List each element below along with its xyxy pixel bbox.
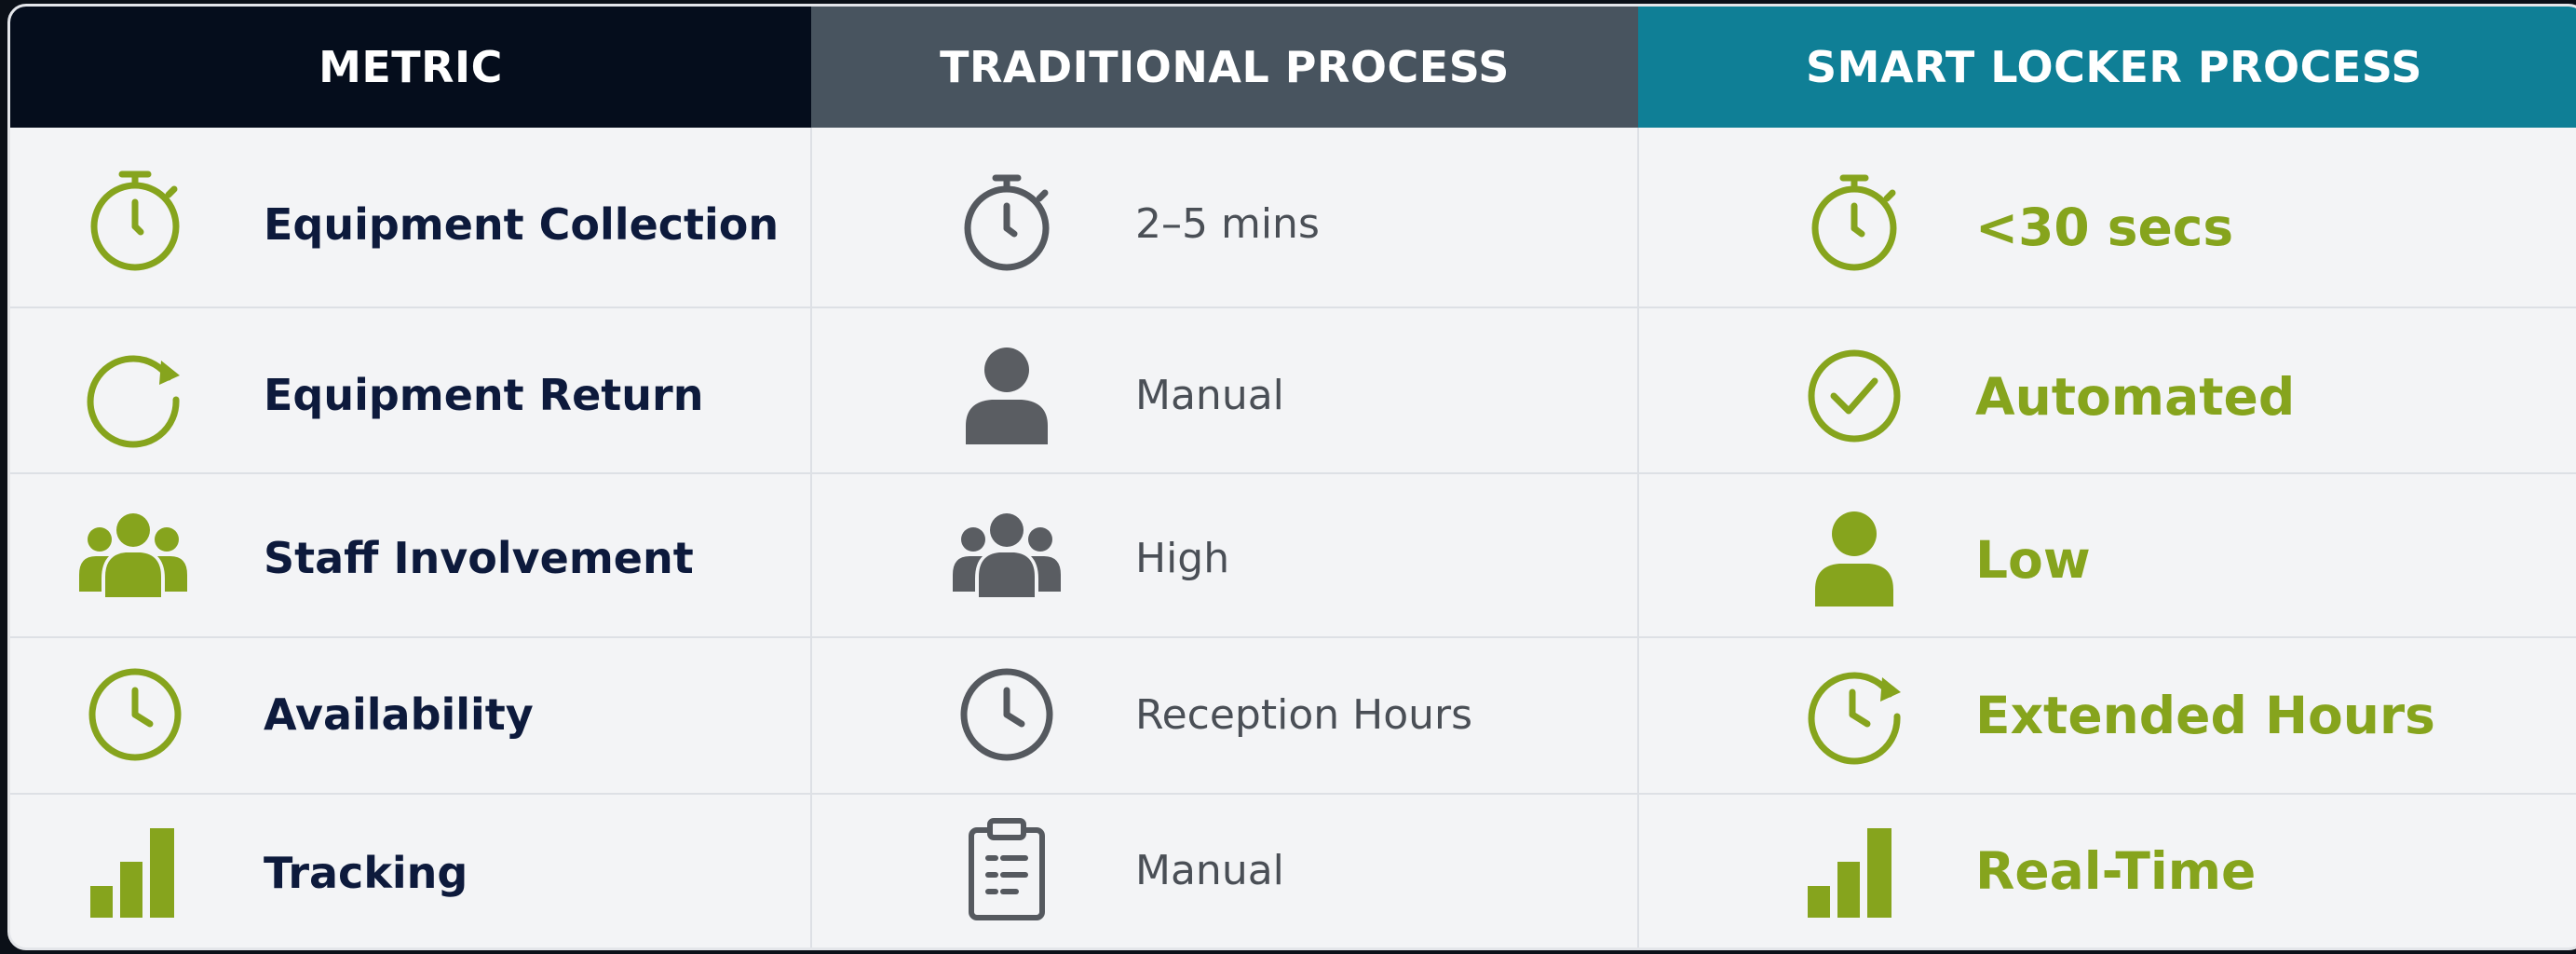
check-circle-icon: [1798, 340, 1910, 452]
bar-chart-icon: [1800, 813, 1912, 925]
smart-locker-value: <30 secs: [1975, 198, 2234, 257]
metric-label: Staff Involvement: [264, 533, 694, 583]
row-divider: [10, 307, 2576, 308]
traditional-value: 2–5 mins: [1135, 200, 1320, 248]
metric-label: Equipment Collection: [264, 199, 780, 250]
smart-locker-value: Extended Hours: [1975, 686, 2435, 745]
traditional-value: Manual: [1135, 372, 1284, 419]
person-icon: [1798, 502, 1910, 614]
row-divider: [10, 636, 2576, 638]
row-divider: [10, 793, 2576, 795]
group-icon: [951, 500, 1063, 612]
metric-label: Availability: [264, 689, 534, 740]
metric-label: Tracking: [264, 848, 468, 898]
column-divider: [1637, 128, 1639, 947]
traditional-value: Reception Hours: [1135, 691, 1473, 739]
stopwatch-icon: [79, 165, 191, 277]
clock-refresh-icon: [1798, 659, 1910, 770]
person-icon: [951, 338, 1063, 450]
smart-locker-value: Real-Time: [1975, 841, 2257, 901]
traditional-value: Manual: [1135, 847, 1284, 894]
comparison-table: METRIC TRADITIONAL PROCESS SMART LOCKER …: [10, 7, 2576, 947]
traditional-value: High: [1135, 535, 1230, 582]
clock-icon: [951, 659, 1063, 770]
row-divider: [10, 472, 2576, 474]
clock-icon: [79, 659, 191, 770]
smart-locker-value: Low: [1975, 530, 2091, 590]
header-smart-locker-process: SMART LOCKER PROCESS: [1638, 7, 2576, 128]
smart-locker-value: Automated: [1975, 367, 2296, 427]
group-icon: [77, 500, 189, 612]
header-traditional-process: TRADITIONAL PROCESS: [811, 7, 1638, 128]
clipboard-icon: [951, 813, 1063, 925]
bar-chart-icon: [83, 813, 195, 925]
stopwatch-icon: [1798, 167, 1910, 279]
stopwatch-icon: [951, 167, 1063, 279]
header-metric: METRIC: [10, 7, 811, 128]
column-divider: [810, 128, 812, 947]
refresh-icon: [79, 338, 191, 450]
comparison-table-card: METRIC TRADITIONAL PROCESS SMART LOCKER …: [7, 4, 2576, 950]
metric-label: Equipment Return: [264, 370, 704, 420]
